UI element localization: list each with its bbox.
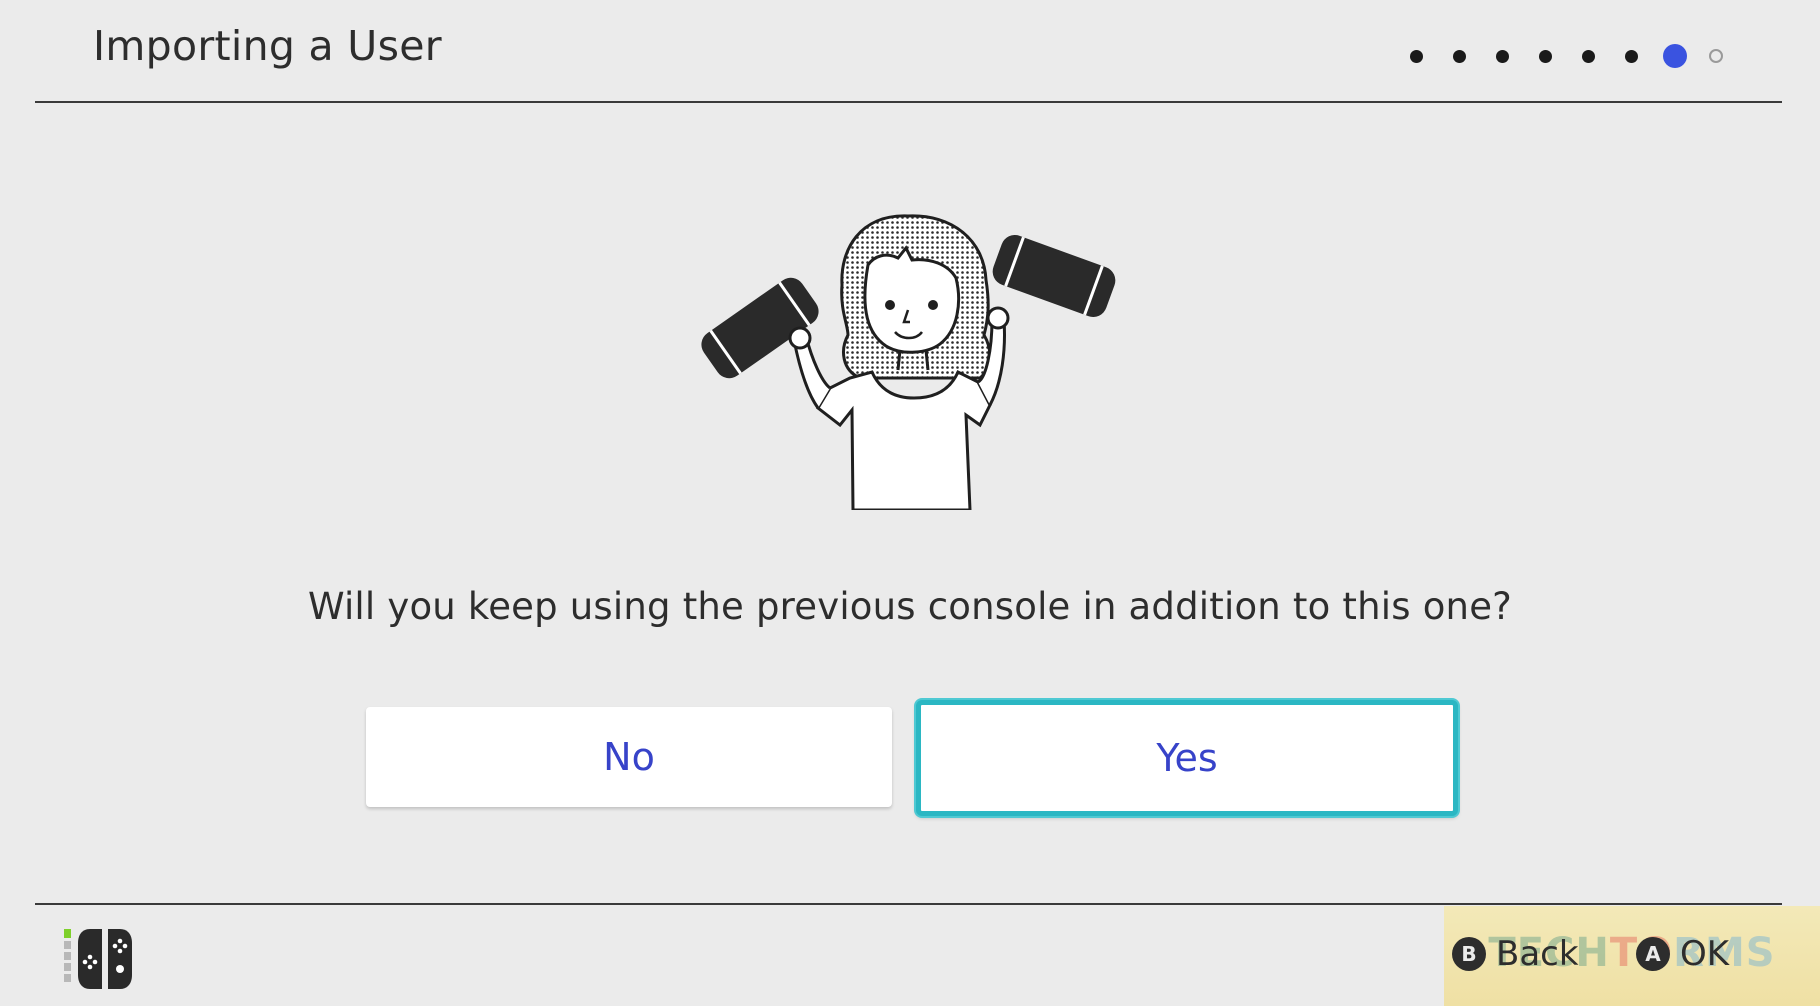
no-button[interactable]: No — [366, 707, 892, 807]
step-dot-upcoming — [1709, 49, 1723, 63]
ok-label: OK — [1680, 934, 1730, 974]
ok-button[interactable]: A OK — [1636, 934, 1729, 974]
step-dot — [1539, 49, 1552, 63]
footer-button-hints: TECHTORMS B Back A OK — [1444, 906, 1820, 1006]
footer-divider — [35, 903, 1782, 905]
girl-holding-consoles-illustration — [701, 214, 1116, 510]
step-dot — [1410, 49, 1423, 63]
question-text: Will you keep using the previous console… — [307, 585, 1512, 628]
step-dot — [1582, 49, 1595, 63]
b-button-icon: B — [1452, 937, 1486, 971]
a-button-icon: A — [1636, 937, 1670, 971]
page-title: Importing a User — [93, 22, 442, 70]
progress-steps — [1410, 44, 1723, 68]
step-dot-current — [1663, 44, 1687, 68]
header-divider — [35, 101, 1782, 103]
step-dot — [1453, 49, 1466, 63]
step-dot — [1625, 49, 1638, 63]
yes-button[interactable]: Yes — [916, 700, 1458, 816]
step-dot — [1496, 49, 1509, 63]
import-user-screen: Importing a User Will you keep using the… — [0, 0, 1820, 1006]
back-button[interactable]: B Back — [1452, 934, 1579, 974]
joy-con-pair-icon — [64, 929, 132, 989]
back-label: Back — [1496, 934, 1579, 974]
